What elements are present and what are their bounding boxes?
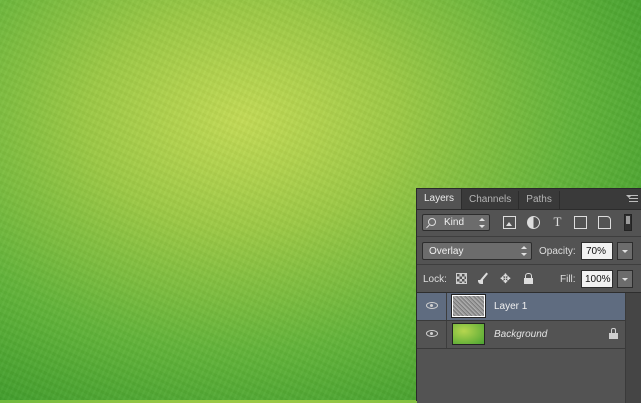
divider <box>446 293 447 320</box>
type-layer-filter-icon[interactable]: T <box>551 215 564 228</box>
opacity-dropdown-button[interactable] <box>617 242 633 260</box>
fill-dropdown-button[interactable] <box>617 270 633 288</box>
fill-input[interactable]: 100% <box>581 270 613 288</box>
lock-row: Lock: ✥ Fill: 100% <box>417 265 641 292</box>
blend-mode-select[interactable]: Overlay <box>422 242 532 260</box>
panel-tabs: Layers Channels Paths <box>417 189 641 210</box>
fill-label: Fill: <box>560 274 576 285</box>
layer-filter-bar: Kind T <box>417 210 641 236</box>
lock-label: Lock: <box>423 274 447 285</box>
tab-channels[interactable]: Channels <box>462 191 520 209</box>
lock-icon <box>609 328 618 339</box>
pixel-layer-filter-icon[interactable] <box>503 216 516 229</box>
tab-layers[interactable]: Layers <box>417 189 463 209</box>
lock-image-pixels-icon[interactable] <box>478 273 489 284</box>
scrollbar[interactable] <box>625 293 641 403</box>
lock-position-icon[interactable]: ✥ <box>500 272 511 285</box>
eye-icon[interactable] <box>426 302 438 309</box>
opacity-input[interactable]: 70% <box>581 242 613 260</box>
layer-list: Layer 1 Background <box>417 292 641 403</box>
select-arrows-icon <box>479 218 485 228</box>
eye-icon[interactable] <box>426 330 438 337</box>
shape-layer-filter-icon[interactable] <box>574 216 587 229</box>
opacity-label: Opacity: <box>539 246 576 257</box>
layers-panel: Layers Channels Paths Kind T Overlay Opa… <box>416 188 641 403</box>
layer-name[interactable]: Layer 1 <box>494 301 527 312</box>
blend-row: Overlay Opacity: 70% <box>417 237 641 264</box>
filter-kind-label: Kind <box>444 217 465 228</box>
tab-paths[interactable]: Paths <box>519 191 560 209</box>
layer-row-background[interactable]: Background <box>417 321 641 349</box>
layer-row-layer-1[interactable]: Layer 1 <box>417 293 641 321</box>
smart-object-filter-icon[interactable] <box>598 216 611 229</box>
layer-thumbnail[interactable] <box>451 294 486 318</box>
select-arrows-icon <box>521 246 527 256</box>
filter-toggle-switch[interactable] <box>624 214 632 231</box>
layer-thumbnail[interactable] <box>452 323 485 345</box>
divider <box>446 321 447 348</box>
lock-all-icon[interactable] <box>523 273 534 284</box>
blend-mode-value: Overlay <box>429 246 464 257</box>
adjustment-layer-filter-icon[interactable] <box>527 216 540 229</box>
lock-transparent-pixels-icon[interactable] <box>456 273 467 284</box>
layer-name[interactable]: Background <box>494 329 547 340</box>
panel-menu-icon[interactable] <box>626 193 638 203</box>
search-icon <box>428 218 436 226</box>
filter-kind-select[interactable]: Kind <box>422 214 490 231</box>
